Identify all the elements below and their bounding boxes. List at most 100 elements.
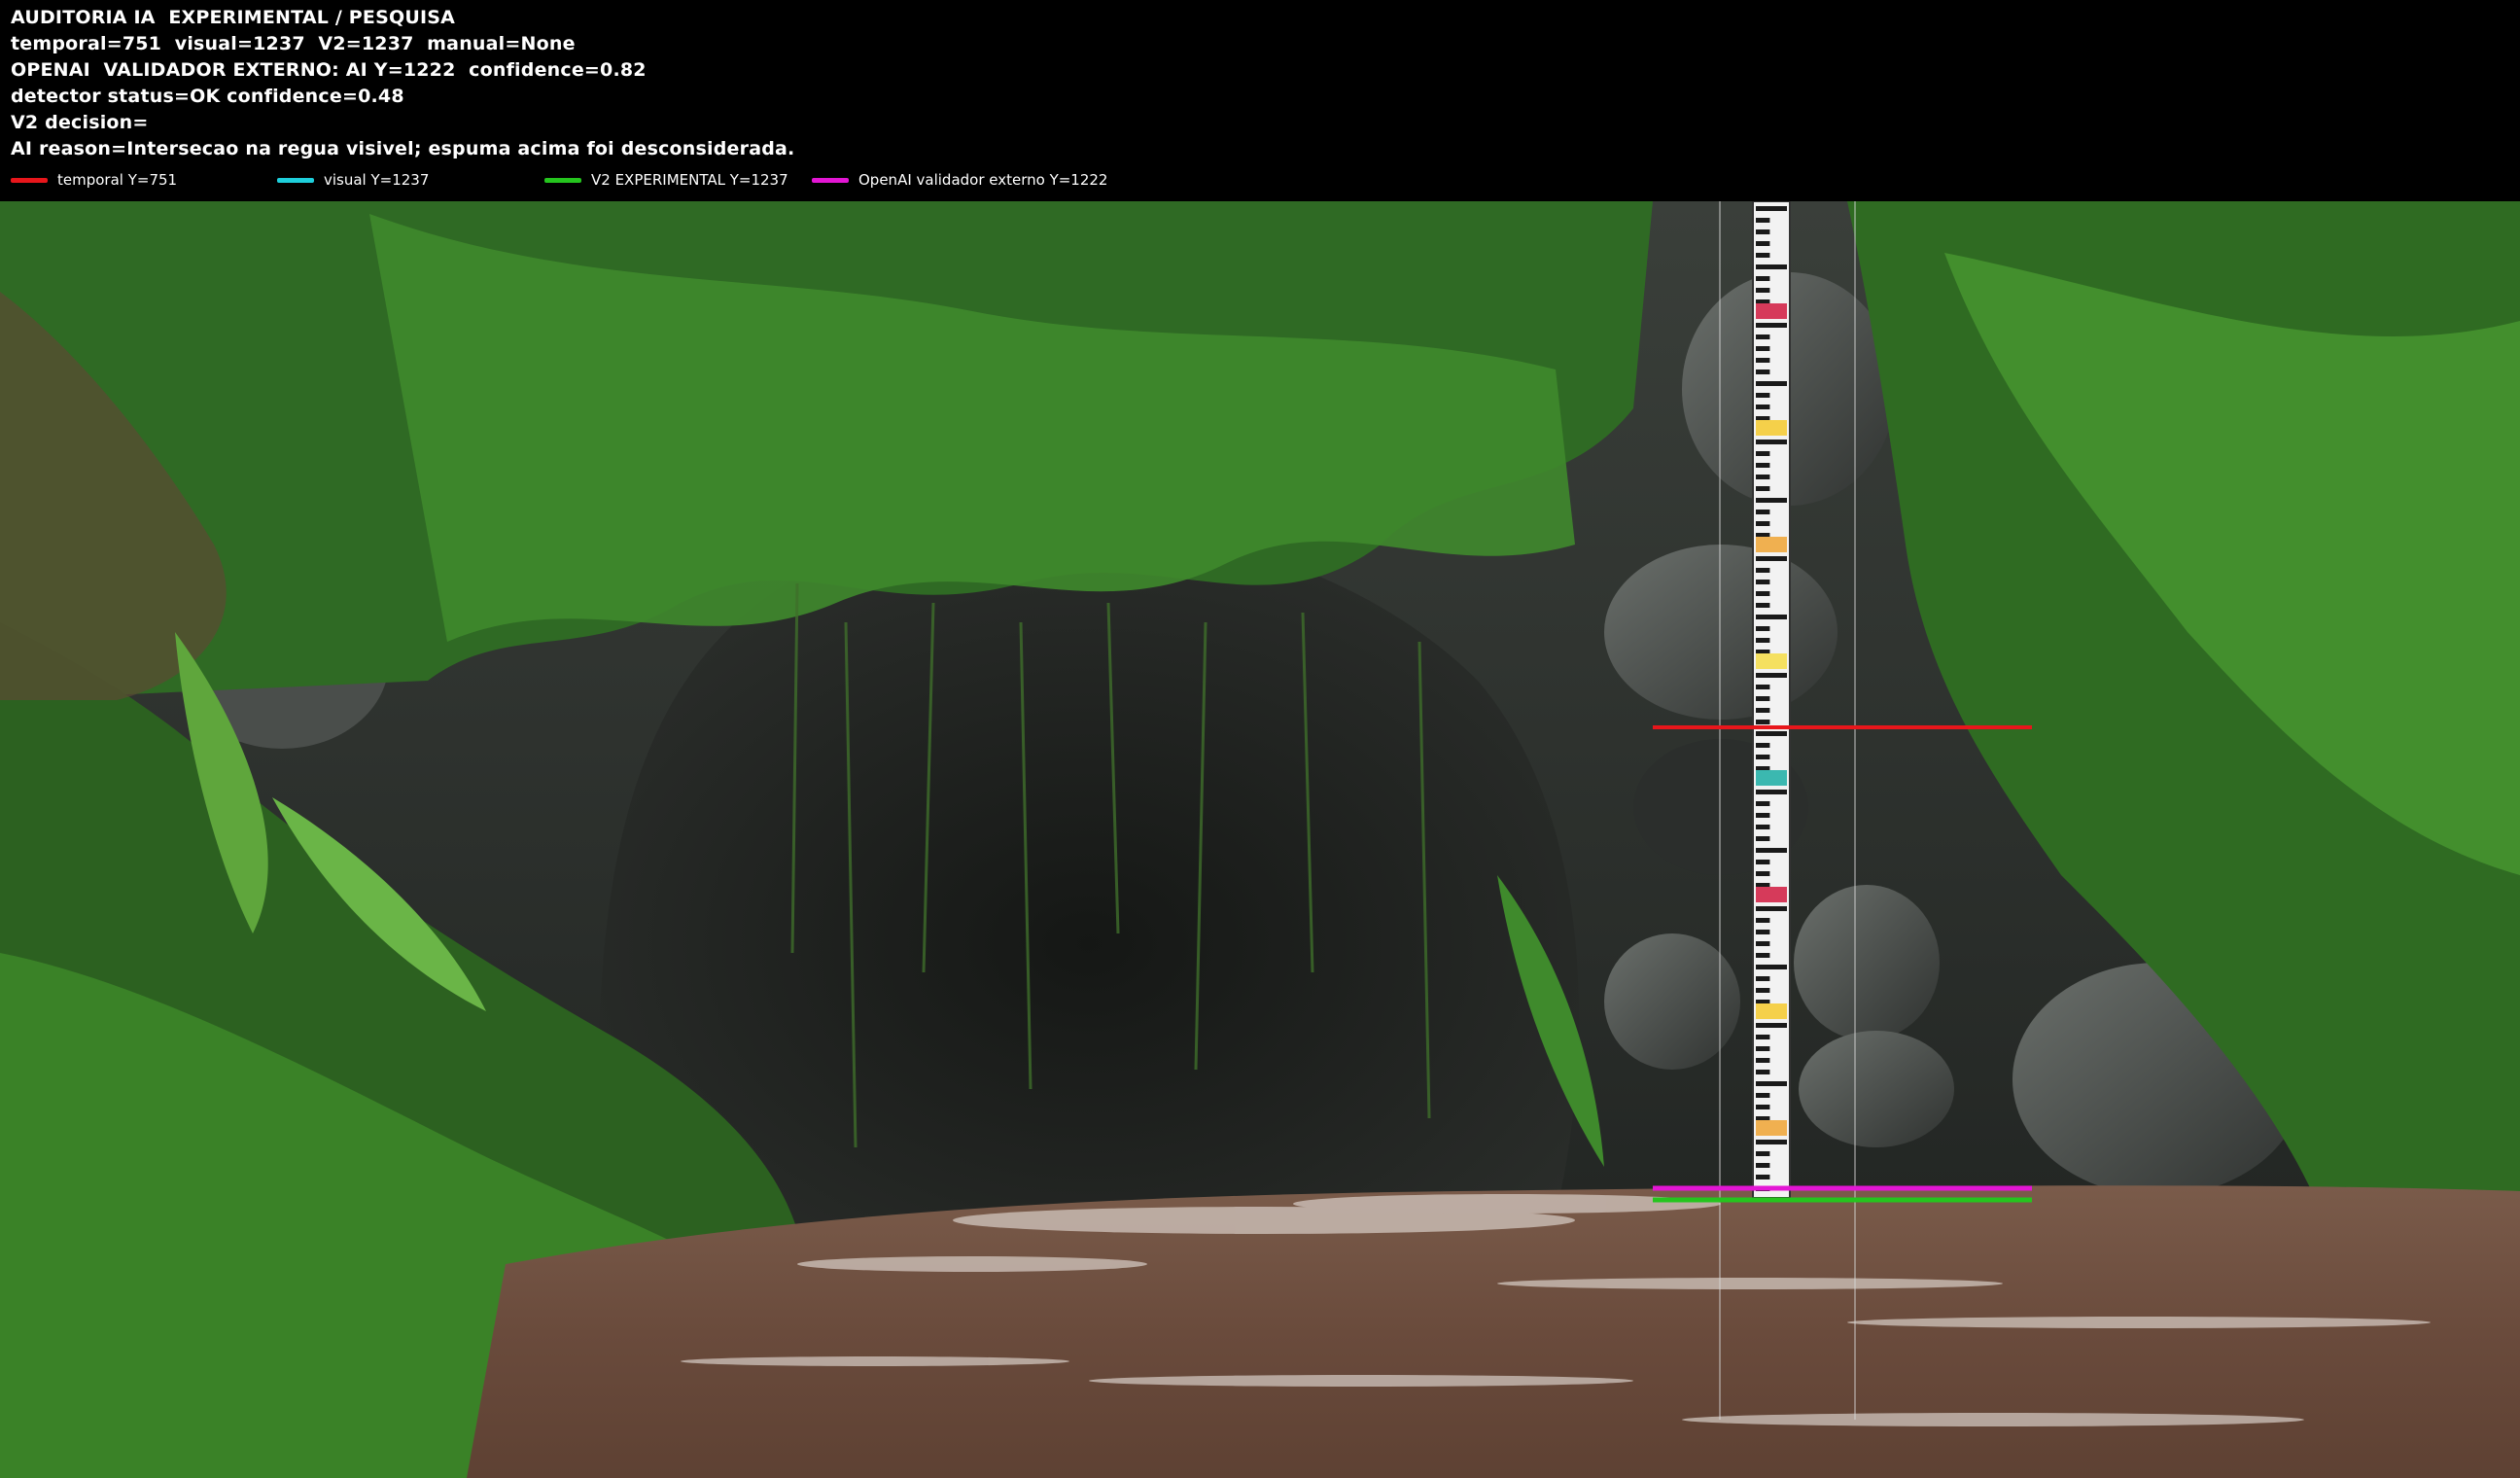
gauge-tick (1756, 440, 1787, 444)
gauge-tick (1756, 1035, 1770, 1039)
legend-temporal-swatch (11, 177, 48, 183)
gauge-tick (1756, 720, 1770, 724)
staff-gauge (1752, 201, 1791, 1199)
gauge-tick (1756, 1163, 1770, 1168)
gauge-tick (1756, 638, 1770, 643)
gauge-tick (1756, 486, 1770, 491)
river-scene (0, 201, 2520, 1478)
gauge-tick (1756, 965, 1787, 969)
audit-overlay-header: AUDITORIA IA EXPERIMENTAL / PESQUISA tem… (0, 0, 2520, 201)
boulder (1794, 885, 1940, 1040)
gauge-tick (1756, 988, 1770, 993)
gauge-tick (1756, 918, 1770, 923)
boulder (1604, 545, 1838, 720)
legend-v2: V2 EXPERIMENTAL Y=1237 (544, 169, 788, 191)
gauge-tick (1756, 871, 1770, 876)
gauge-tick (1756, 743, 1770, 748)
gauge-tick (1756, 696, 1770, 701)
gauge-tick (1756, 393, 1770, 398)
legend-openai-swatch (812, 177, 849, 183)
gauge-tick (1756, 930, 1770, 934)
gauge-tick (1756, 218, 1770, 223)
ai-reason-line: AI reason=Intersecao na regua visivel; e… (11, 138, 795, 159)
gauge-tick (1756, 1093, 1770, 1098)
gauge-color-band (1756, 303, 1787, 319)
gauge-tick (1756, 1081, 1787, 1086)
gauge-tick (1756, 580, 1770, 584)
gauge-tick (1756, 1058, 1770, 1063)
gauge-tick (1756, 288, 1770, 293)
gauge-tick (1756, 276, 1770, 281)
gauge-color-band (1756, 420, 1787, 436)
gauge-tick (1756, 1175, 1770, 1179)
gauge-tick (1756, 801, 1770, 806)
legend-openai: OpenAI validador externo Y=1222 (812, 169, 1107, 191)
gauge-tick (1756, 1140, 1787, 1144)
gauge-tick (1756, 475, 1770, 479)
legend-visual-swatch (277, 177, 314, 183)
legend-v2-label: V2 EXPERIMENTAL Y=1237 (591, 171, 788, 189)
gauge-tick (1756, 346, 1770, 351)
gauge-tick (1756, 790, 1787, 794)
gauge-color-band (1756, 653, 1787, 669)
gauge-tick (1756, 1105, 1770, 1109)
gauge-tick (1756, 941, 1770, 946)
gauge-tick (1756, 323, 1787, 328)
gauge-tick (1756, 836, 1770, 841)
gauge-tick (1756, 755, 1770, 759)
gauge-tick (1756, 556, 1787, 561)
gauge-tick (1756, 708, 1770, 713)
gauge-tick (1756, 906, 1787, 911)
gauge-tick (1756, 241, 1770, 246)
gauge-color-band (1756, 1003, 1787, 1019)
gauge-tick (1756, 568, 1770, 573)
gauge-tick (1756, 1046, 1770, 1051)
gauge-tick (1756, 1151, 1770, 1156)
gauge-tick (1756, 673, 1787, 678)
detector-status-line: detector status=OK confidence=0.48 (11, 86, 404, 107)
v2-decision-line: V2 decision= (11, 112, 149, 133)
gauge-tick (1756, 206, 1787, 211)
gauge-color-band (1756, 770, 1787, 786)
gauge-tick (1756, 860, 1770, 864)
gauge-tick (1756, 229, 1770, 234)
legend-temporal: temporal Y=751 (11, 169, 177, 191)
gauge-tick (1756, 615, 1787, 619)
gauge-tick (1756, 685, 1770, 689)
gauge-tick (1756, 1023, 1787, 1028)
values-summary: temporal=751 visual=1237 V2=1237 manual=… (11, 33, 576, 54)
gauge-tick (1756, 813, 1770, 818)
legend-v2-swatch (544, 177, 581, 183)
gauge-tick (1756, 253, 1770, 258)
gauge-tick (1756, 370, 1770, 374)
gauge-tick (1756, 334, 1770, 339)
legend-temporal-label: temporal Y=751 (57, 171, 178, 189)
audit-title: AUDITORIA IA EXPERIMENTAL / PESQUISA (11, 7, 456, 28)
gauge-tick (1756, 825, 1770, 829)
gauge-tick (1756, 498, 1787, 503)
gauge-tick (1756, 463, 1770, 468)
legend-visual-label: visual Y=1237 (324, 171, 430, 189)
gauge-tick (1756, 953, 1770, 958)
gauge-tick (1756, 510, 1770, 514)
openai-validator-line: OPENAI VALIDADOR EXTERNO: AI Y=1222 conf… (11, 59, 647, 81)
gauge-color-band (1756, 887, 1787, 902)
camera-frame (0, 201, 2520, 1478)
gauge-tick (1756, 591, 1770, 596)
gauge-tick (1756, 521, 1770, 526)
boulder (1799, 1031, 1954, 1147)
legend-visual: visual Y=1237 (277, 169, 429, 191)
gauge-tick (1756, 848, 1787, 853)
gauge-color-band (1756, 1120, 1787, 1136)
gauge-tick (1756, 603, 1770, 608)
gauge-tick (1756, 405, 1770, 409)
gauge-tick (1756, 264, 1787, 269)
gauge-tick (1756, 358, 1770, 363)
gauge-tick (1756, 451, 1770, 456)
gauge-tick (1756, 1070, 1770, 1074)
gauge-tick (1756, 976, 1770, 981)
legend-openai-label: OpenAI validador externo Y=1222 (858, 171, 1108, 189)
gauge-tick (1756, 381, 1787, 386)
gauge-tick (1756, 626, 1770, 631)
gauge-color-band (1756, 537, 1787, 552)
